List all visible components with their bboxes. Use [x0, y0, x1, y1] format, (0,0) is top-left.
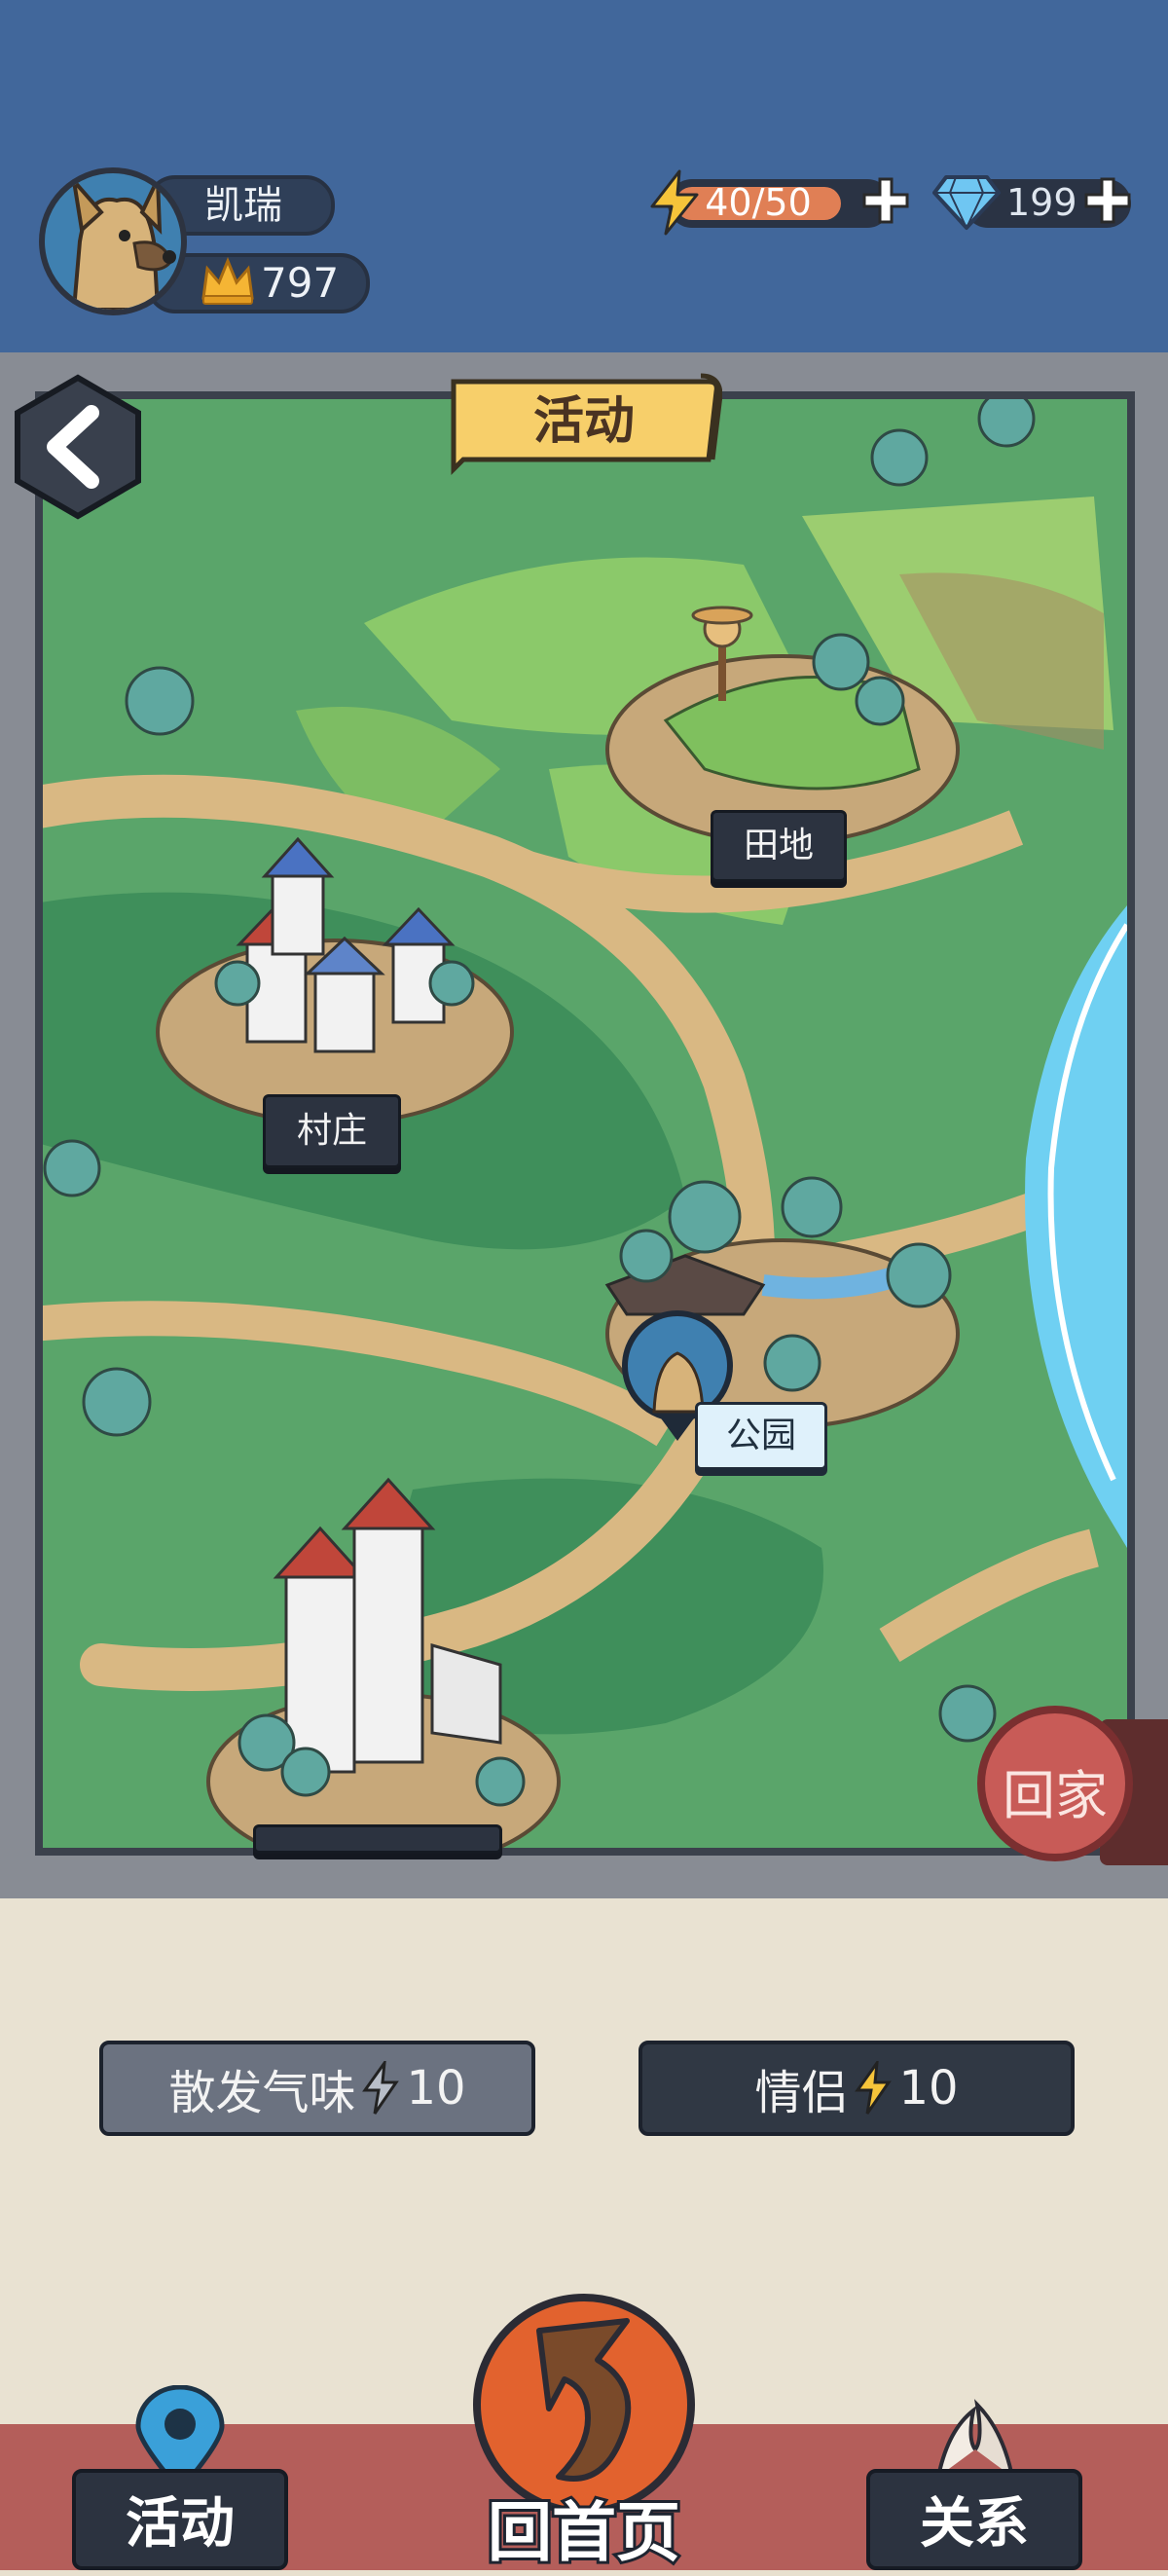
nav-activity[interactable]: 活动	[72, 2469, 288, 2570]
add-energy-button[interactable]	[860, 175, 911, 226]
nav-relationship[interactable]: 关系	[866, 2469, 1082, 2570]
diamond-icon	[932, 175, 1001, 231]
energy-bolt-icon	[650, 169, 699, 236]
couple-label: 情侣	[754, 2066, 849, 2120]
location-village[interactable]: 村庄	[263, 1094, 401, 1168]
nav-home[interactable]: 回首页	[467, 2481, 701, 2574]
crown-icon	[201, 257, 254, 305]
go-home-label: 回家	[1003, 1765, 1108, 1826]
energy-bolt-icon	[362, 2061, 400, 2115]
spread-scent-button[interactable]: 散发气味 10	[99, 2041, 535, 2136]
return-arrow-icon	[536, 2318, 632, 2482]
location-town-plate[interactable]	[253, 1824, 502, 1854]
location-park[interactable]: 公园	[695, 1402, 827, 1470]
map-terrain	[43, 399, 1127, 1848]
spread-scent-cost: 10	[406, 2061, 466, 2116]
location-field[interactable]: 田地	[711, 810, 847, 882]
couple-button[interactable]: 情侣 10	[639, 2041, 1075, 2136]
couple-cost: 10	[898, 2061, 959, 2116]
dog-avatar-icon	[70, 174, 176, 310]
energy-bolt-icon	[855, 2061, 893, 2115]
add-gem-button[interactable]	[1082, 175, 1133, 226]
holding-hands-icon	[936, 2399, 1014, 2478]
world-map[interactable]	[35, 391, 1135, 1856]
spread-scent-label: 散发气味	[168, 2066, 356, 2120]
back-button[interactable]	[12, 374, 144, 520]
player-avatar[interactable]	[39, 167, 187, 315]
score-value: 797	[261, 259, 340, 307]
gem-value: 199	[1006, 181, 1077, 224]
banner-title: 活动	[532, 392, 635, 451]
